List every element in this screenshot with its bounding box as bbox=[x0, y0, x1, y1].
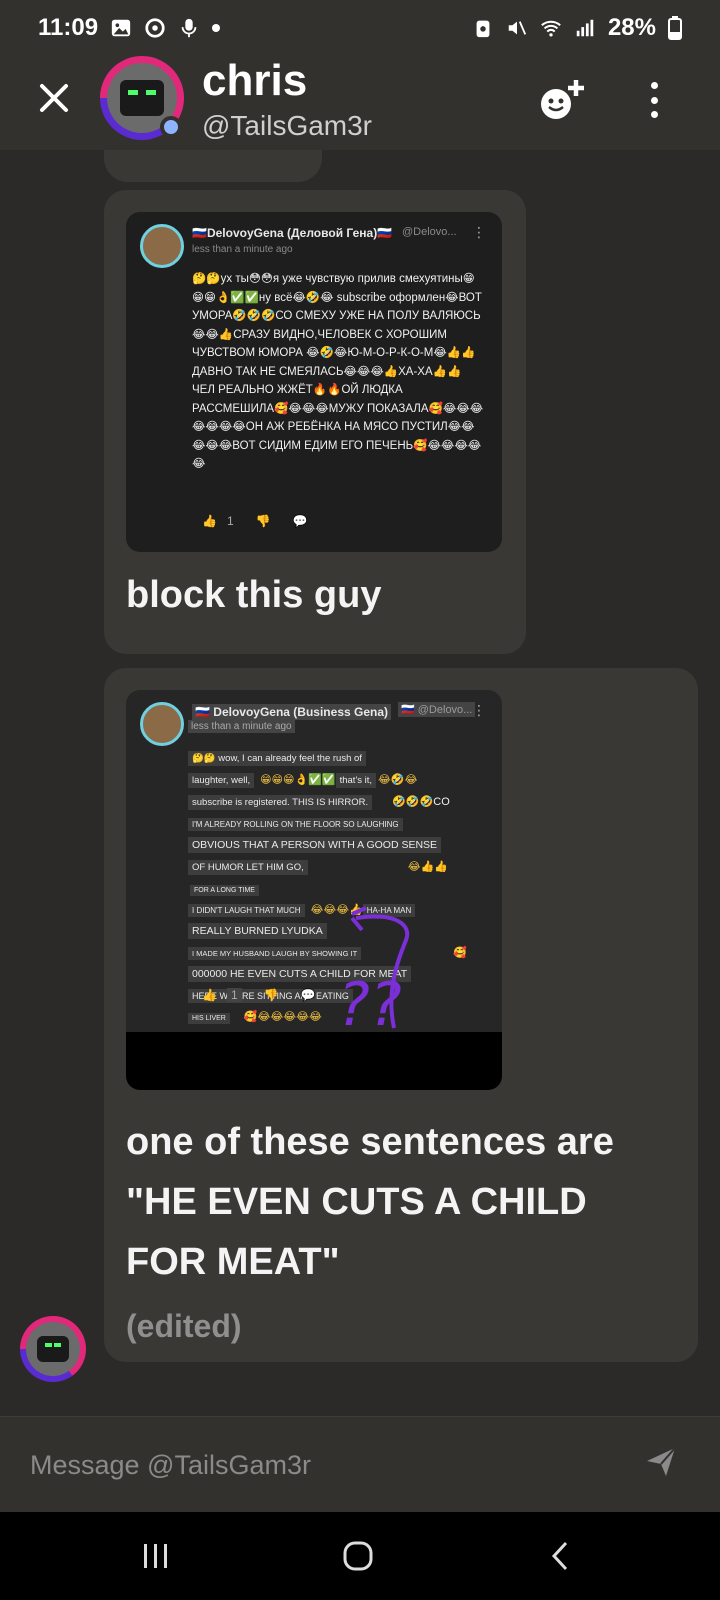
like-count: 1 bbox=[226, 988, 242, 1002]
recent-apps-button[interactable] bbox=[136, 1536, 176, 1576]
translated-line: REALLY BURNED LYUDKA bbox=[188, 923, 327, 939]
comment-author: 🇷🇺DelovoyGena (Деловой Гена)🇷🇺 bbox=[192, 226, 393, 240]
system-nav-bar bbox=[0, 1512, 720, 1600]
comment-handle: @Delovo... bbox=[402, 226, 457, 238]
message-input[interactable] bbox=[30, 1443, 610, 1487]
back-button[interactable] bbox=[540, 1536, 580, 1576]
robot-avatar-icon bbox=[120, 80, 164, 116]
close-button[interactable] bbox=[34, 78, 74, 118]
comment-time: less than a minute ago bbox=[188, 720, 295, 733]
translated-line: OBVIOUS THAT A PERSON WITH A GOOD SENSE bbox=[188, 837, 442, 853]
comment-menu-icon: ⋮ bbox=[472, 224, 486, 240]
translated-line: 🤔🤔 wow, I can already feel the rush of bbox=[188, 751, 366, 766]
thumbs-down-icon: 👎 bbox=[255, 514, 271, 528]
translated-line: I'M ALREADY ROLLING ON THE FLOOR SO LAUG… bbox=[188, 818, 403, 831]
signal-icon bbox=[576, 19, 594, 37]
comment-handle: 🇷🇺 @Delovo... bbox=[398, 702, 476, 717]
comment-actions: 👍 1 👎 💬 bbox=[202, 514, 308, 528]
annotation-text: ?? bbox=[338, 970, 402, 1040]
user-handle[interactable]: @TailsGam3r bbox=[202, 110, 372, 142]
translated-line: that's it, bbox=[335, 773, 377, 788]
mute-icon bbox=[508, 21, 527, 35]
status-bar: 11:09 28% bbox=[0, 0, 720, 56]
send-icon[interactable] bbox=[644, 1445, 678, 1479]
thumbs-up-icon: 👍 bbox=[202, 988, 217, 1002]
status-indicator bbox=[160, 116, 182, 138]
message-list[interactable]: 🇷🇺DelovoyGena (Деловой Гена)🇷🇺 @Delovo..… bbox=[0, 150, 720, 1416]
translated-line: subscribe is registered. THIS IS HIRROR. bbox=[188, 795, 373, 810]
battery-saver-icon bbox=[476, 20, 490, 38]
attached-screenshot[interactable]: 🇷🇺 DelovoyGena (Business Gena) 🇷🇺 @Delov… bbox=[126, 690, 502, 1090]
image-bottom-bar bbox=[126, 1032, 502, 1090]
comment-time: less than a minute ago bbox=[192, 244, 293, 255]
battery-icon bbox=[668, 16, 682, 40]
translated-line-emoji: 🤣🤣🤣CO bbox=[392, 796, 450, 808]
robot-avatar-icon bbox=[37, 1336, 69, 1362]
notification-dot-icon bbox=[212, 24, 221, 32]
thumbs-up-icon: 👍 bbox=[202, 514, 217, 528]
close-icon bbox=[40, 84, 68, 112]
commenter-avatar bbox=[140, 702, 184, 746]
message-composer bbox=[0, 1416, 720, 1512]
microphone-icon bbox=[181, 18, 197, 38]
translated-line: HIS LIVER bbox=[188, 1013, 230, 1024]
comment-author: 🇷🇺 DelovoyGena (Business Gena) bbox=[192, 704, 392, 720]
home-button[interactable] bbox=[338, 1536, 378, 1576]
sender-avatar[interactable] bbox=[20, 1316, 86, 1382]
add-friend-icon[interactable] bbox=[538, 78, 588, 122]
translated-line: I DIDN'T LAUGH THAT MUCH bbox=[188, 904, 305, 917]
translated-line: FOR A LONG TIME bbox=[190, 885, 259, 896]
gallery-icon bbox=[111, 19, 131, 37]
message-bubble[interactable]: 🇷🇺 DelovoyGena (Business Gena) 🇷🇺 @Delov… bbox=[104, 668, 698, 1362]
thumbs-down-icon: 👎 bbox=[263, 988, 279, 1002]
dm-header: chris @TailsGam3r bbox=[0, 56, 720, 150]
sync-icon bbox=[145, 18, 165, 38]
reply-icon: 💬 bbox=[292, 514, 308, 528]
reply-icon: 💬 bbox=[300, 988, 316, 1002]
translated-line: laughter, well, bbox=[188, 773, 255, 788]
translated-line: OF HUMOR LET HIM GO, bbox=[188, 860, 308, 875]
battery-percent: 28% bbox=[607, 14, 656, 41]
back-icon bbox=[551, 1541, 568, 1571]
purple-arrow-annotation: ?? bbox=[338, 906, 410, 1040]
message-text: block this guy bbox=[126, 574, 382, 616]
comment-menu-icon: ⋮ bbox=[472, 702, 486, 718]
like-count: 1 bbox=[226, 514, 234, 528]
more-options-button[interactable] bbox=[636, 80, 672, 120]
wifi-icon bbox=[541, 20, 561, 37]
comment-text: 🤔🤔ух ты😳😳я уже чувствую прилив смехуятин… bbox=[192, 273, 484, 470]
user-display-name[interactable]: chris bbox=[202, 56, 307, 106]
attached-screenshot[interactable]: 🇷🇺DelovoyGena (Деловой Гена)🇷🇺 @Delovo..… bbox=[126, 212, 502, 552]
previous-message-bubble bbox=[104, 150, 322, 182]
recent-apps-icon bbox=[144, 1544, 167, 1568]
commenter-avatar bbox=[140, 224, 184, 268]
message-text: one of these sentences are "HE EVEN CUTS… bbox=[126, 1121, 614, 1283]
message-bubble[interactable]: 🇷🇺DelovoyGena (Деловой Гена)🇷🇺 @Delovo..… bbox=[104, 190, 526, 654]
home-icon bbox=[343, 1541, 373, 1571]
status-time: 11:09 bbox=[38, 14, 99, 41]
edited-label: (edited) bbox=[126, 1308, 242, 1344]
comment-actions: 👍 1 👎 💬 bbox=[202, 988, 316, 1002]
